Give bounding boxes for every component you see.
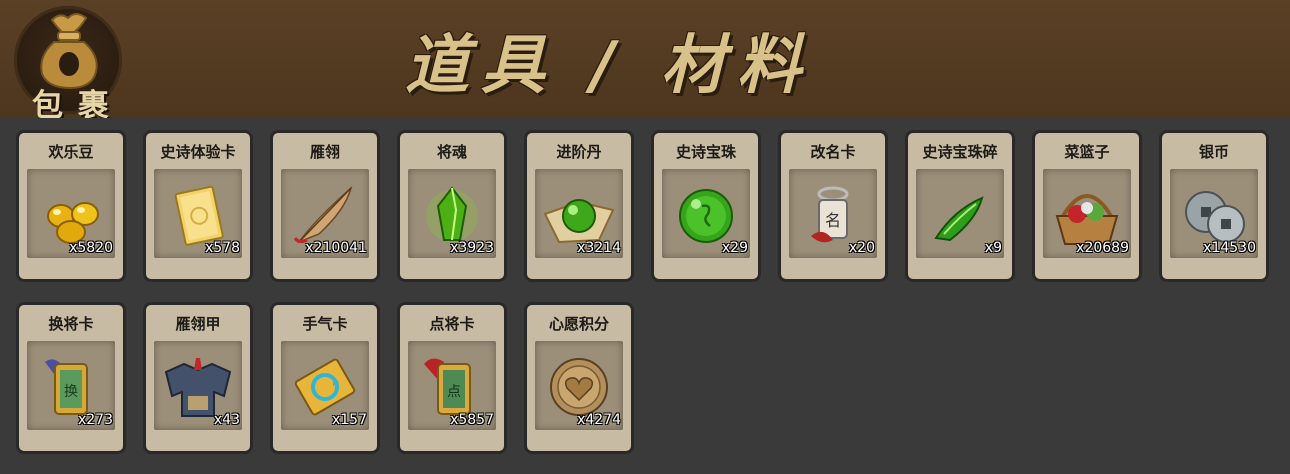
item-card[interactable]: 心愿积分 x4274 xyxy=(524,302,634,454)
item-name: 欢乐豆 xyxy=(48,143,94,161)
item-name: 雁翎 xyxy=(309,143,340,161)
item-count: x43 xyxy=(213,412,240,428)
item-name: 点将卡 xyxy=(429,315,475,333)
item-count: x14530 xyxy=(1203,240,1256,256)
item-count: x9 xyxy=(984,240,1002,256)
item-count: x3214 xyxy=(577,240,621,256)
item-count: x5820 xyxy=(69,240,113,256)
item-count: x5857 xyxy=(450,412,494,428)
item-count: x273 xyxy=(77,412,113,428)
item-count: x157 xyxy=(331,412,367,428)
item-name: 将魂 xyxy=(436,143,467,161)
item-grid: 欢乐豆 x5820 史诗体验卡 x578 雁翎 x210041 将魂 x3923… xyxy=(0,118,1290,474)
item-card[interactable]: 点将卡 点 x5857 xyxy=(397,302,507,454)
item-card[interactable]: 雁翎甲 x43 xyxy=(143,302,253,454)
item-card[interactable]: 欢乐豆 x5820 xyxy=(16,130,126,282)
item-name: 银币 xyxy=(1198,143,1229,161)
item-name: 进阶丹 xyxy=(556,143,602,161)
svg-text:名: 名 xyxy=(825,211,841,230)
item-count: x210041 xyxy=(305,240,367,256)
svg-text:点: 点 xyxy=(447,384,461,400)
bag-button[interactable]: 包 裹 xyxy=(12,6,136,124)
item-card[interactable]: 换将卡 换 x273 xyxy=(16,302,126,454)
item-count: x578 xyxy=(204,240,240,256)
item-card[interactable]: 史诗体验卡 x578 xyxy=(143,130,253,282)
item-card[interactable]: 进阶丹 x3214 xyxy=(524,130,634,282)
page-title: 道具 / 材料 xyxy=(405,29,813,103)
item-card[interactable]: 菜篮子 x20689 xyxy=(1032,130,1142,282)
item-count: x29 xyxy=(721,240,748,256)
item-card[interactable]: 改名卡 名 x20 xyxy=(778,130,888,282)
item-card[interactable]: 银币 x14530 xyxy=(1159,130,1269,282)
svg-text:换: 换 xyxy=(64,383,78,400)
item-name: 换将卡 xyxy=(48,315,94,333)
item-count: x3923 xyxy=(450,240,494,256)
item-name: 菜篮子 xyxy=(1064,143,1110,161)
item-name: 改名卡 xyxy=(810,143,856,161)
item-card[interactable]: 手气卡 x157 xyxy=(270,302,380,454)
header-bar: 包 裹 道具 / 材料 xyxy=(0,0,1290,124)
item-name: 史诗宝珠碎 xyxy=(922,143,998,161)
item-card[interactable]: 将魂 x3923 xyxy=(397,130,507,282)
item-name: 史诗宝珠 xyxy=(675,143,736,161)
item-name: 心愿积分 xyxy=(548,315,609,333)
item-count: x20 xyxy=(848,240,875,256)
item-name: 史诗体验卡 xyxy=(160,143,236,161)
item-card[interactable]: 史诗宝珠 x29 xyxy=(651,130,761,282)
item-card[interactable]: 雁翎 x210041 xyxy=(270,130,380,282)
item-count: x4274 xyxy=(577,412,621,428)
item-card[interactable]: 史诗宝珠碎 x9 xyxy=(905,130,1015,282)
item-count: x20689 xyxy=(1076,240,1129,256)
item-name: 雁翎甲 xyxy=(175,315,221,333)
item-name: 手气卡 xyxy=(302,315,348,333)
